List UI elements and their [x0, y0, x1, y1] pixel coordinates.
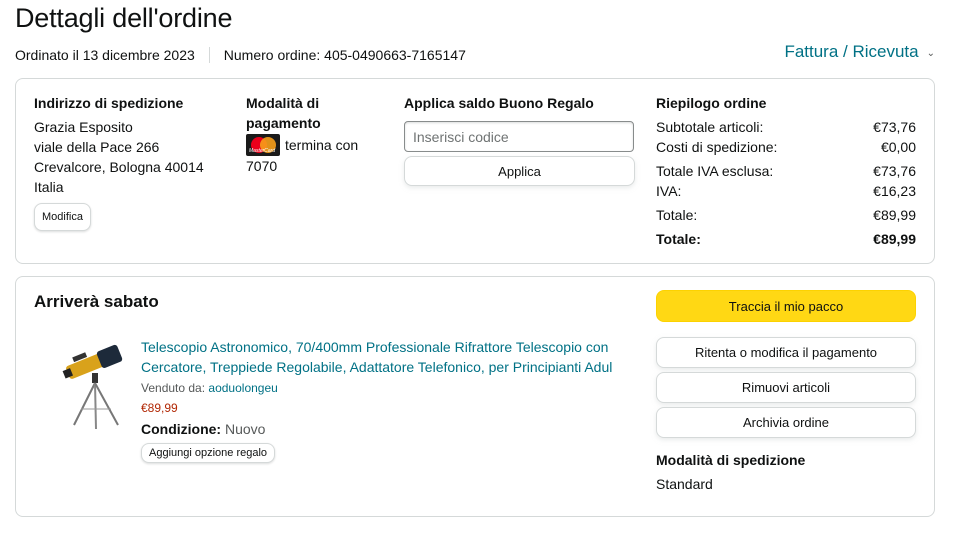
condition-label: Condizione:: [141, 421, 222, 437]
condition-value: Nuovo: [225, 421, 266, 437]
payment-method-title: Modalità di pagamento: [246, 95, 321, 131]
sold-by: Venduto da: aoduolongeu: [141, 380, 631, 396]
track-package-button[interactable]: Traccia il mio pacco: [656, 290, 916, 322]
seller-link[interactable]: aoduolongeu: [208, 381, 277, 395]
summary-rows: Subtotale articoli: €73,76 Costi di sped…: [656, 117, 916, 249]
product-title-line: Telescopio Astronomico, 70/400mm Profess…: [141, 339, 609, 355]
shipping-mode-value: Standard: [656, 476, 713, 492]
payment-card-line: MasterCard termina con: [246, 134, 386, 156]
telescope-image[interactable]: [56, 333, 136, 431]
order-meta: Ordinato il 13 dicembre 2023 Numero ordi…: [15, 47, 466, 63]
page-title: Dettagli dell'ordine: [15, 3, 233, 33]
summary-row-total: Totale: €89,99: [656, 205, 916, 225]
gift-code-input[interactable]: [404, 121, 634, 152]
address-line: Crevalcore, Bologna 40014: [34, 159, 204, 175]
shipping-address-section: Indirizzo di spedizione Grazia Esposito …: [34, 93, 224, 231]
summary-label: Totale:: [656, 231, 701, 247]
edit-address-button[interactable]: Modifica: [34, 203, 91, 231]
shipping-mode: Modalità di spedizione Standard: [656, 450, 917, 494]
summary-row-vat: IVA: €16,23: [656, 181, 916, 201]
payment-card-last4: 7070: [246, 158, 278, 174]
sold-by-label: Venduto da:: [141, 381, 206, 395]
invoice-dropdown[interactable]: Fattura / Ricevuta ⌄: [784, 42, 935, 62]
gift-balance-section: Applica saldo Buono Regalo Applica: [404, 93, 636, 186]
order-summary-section: Riepilogo ordine Subtotale articoli: €73…: [656, 93, 916, 249]
address-line: Grazia Esposito: [34, 119, 133, 135]
shipping-address-title: Indirizzo di spedizione: [34, 95, 184, 111]
invoice-link-label: Fattura / Ricevuta: [784, 42, 919, 61]
summary-value: €16,23: [873, 183, 916, 199]
shipping-address-lines: Grazia Esposito viale della Pace 266 Cre…: [34, 117, 224, 197]
remove-items-button[interactable]: Rimuovi articoli: [656, 372, 916, 403]
product-title-line: Cercatore, Treppiede Regolabile, Adattat…: [141, 359, 613, 375]
order-summary-title: Riepilogo ordine: [656, 95, 767, 111]
payment-card-text: termina con: [285, 137, 359, 153]
summary-value: €89,99: [873, 231, 916, 247]
summary-value: €73,76: [873, 163, 916, 179]
shipping-mode-title: Modalità di spedizione: [656, 452, 806, 468]
meta-divider: [208, 47, 210, 63]
apply-gift-button[interactable]: Applica: [404, 156, 635, 186]
summary-label: Totale IVA esclusa:: [656, 163, 774, 179]
address-line: viale della Pace 266: [34, 139, 160, 155]
summary-row-subtotal: Subtotale articoli: €73,76: [656, 117, 916, 137]
mastercard-icon: MasterCard: [246, 134, 280, 156]
summary-row-net-total: Totale IVA esclusa: €73,76: [656, 161, 916, 181]
product-condition: Condizione: Nuovo: [141, 419, 631, 439]
chevron-down-icon: ⌄: [926, 47, 935, 59]
shipment-card: Arriverà sabato Telescopio Astronomico, …: [15, 276, 935, 517]
product-title-link[interactable]: Telescopio Astronomico, 70/400mm Profess…: [141, 337, 631, 377]
mastercard-brand-text: MasterCard: [249, 148, 276, 154]
order-number: Numero ordine: 405-0490663-7165147: [223, 47, 466, 63]
arrival-status: Arriverà sabato: [34, 292, 159, 311]
summary-label: Subtotale articoli:: [656, 119, 764, 135]
archive-order-button[interactable]: Archivia ordine: [656, 407, 916, 438]
summary-label: Costi di spedizione:: [656, 139, 778, 155]
order-summary-card: Indirizzo di spedizione Grazia Esposito …: [15, 78, 935, 264]
summary-value: €89,99: [873, 207, 916, 223]
gift-balance-title: Applica saldo Buono Regalo: [404, 95, 594, 111]
product-info: Telescopio Astronomico, 70/400mm Profess…: [141, 337, 631, 463]
add-gift-option-button[interactable]: Aggiungi opzione regalo: [141, 443, 276, 463]
summary-value: €0,00: [880, 139, 916, 155]
payment-method-section: Modalità di pagamento MasterCard termina…: [246, 93, 386, 176]
order-date: Ordinato il 13 dicembre 2023: [15, 47, 195, 63]
summary-row-grand-total: Totale: €89,99: [656, 229, 916, 249]
summary-label: Totale:: [656, 207, 698, 223]
product-price: €89,99: [141, 401, 178, 415]
summary-row-shipping: Costi di spedizione: €0,00: [656, 137, 916, 157]
address-line: Italia: [34, 179, 64, 195]
summary-label: IVA:: [656, 183, 682, 199]
shipment-actions: Traccia il mio pacco Ritenta o modifica …: [656, 290, 917, 494]
summary-value: €73,76: [873, 119, 916, 135]
retry-payment-button[interactable]: Ritenta o modifica il pagamento: [656, 337, 916, 368]
